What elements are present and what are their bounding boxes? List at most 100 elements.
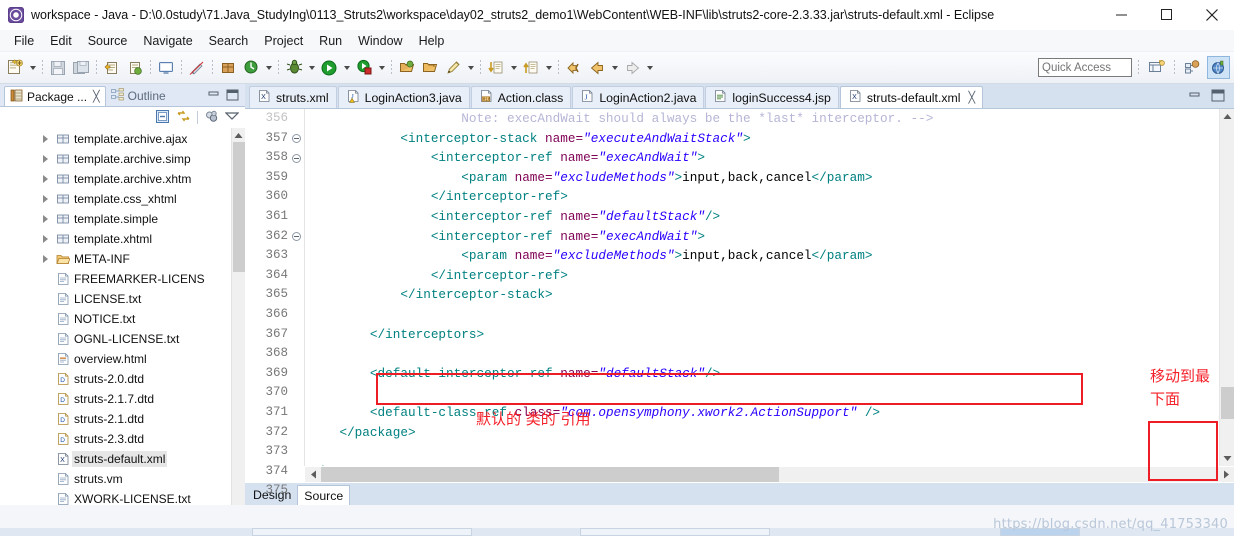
tree-item[interactable]: template.archive.simp	[0, 149, 245, 169]
tree-item[interactable]: overview.html	[0, 349, 245, 369]
code-text[interactable]: Note: execAndWait should always be the *…	[305, 109, 1219, 466]
package-explorer-tree[interactable]: template.archive.ajax template.archive.si…	[0, 128, 245, 505]
menu-search[interactable]: Search	[201, 32, 257, 50]
maximize-view-icon[interactable]	[226, 89, 239, 104]
tree-item[interactable]: template.xhtml	[0, 229, 245, 249]
java-perspective-icon[interactable]	[1207, 56, 1230, 79]
tree-item[interactable]: LICENSE.txt	[0, 289, 245, 309]
source-editor[interactable]: 356 357 358 359 360 361 362 363 364 365 366 367 368 3…	[245, 108, 1234, 497]
save-icon[interactable]	[47, 56, 69, 80]
fold-collapse-icon[interactable]	[292, 153, 301, 163]
expand-arrow-icon[interactable]	[36, 195, 54, 203]
run-coverage-icon[interactable]	[353, 56, 375, 80]
menu-navigate[interactable]: Navigate	[135, 32, 200, 50]
expand-arrow-icon[interactable]	[36, 155, 54, 163]
fold-collapse-icon[interactable]	[292, 232, 301, 242]
run-dropdown-icon[interactable]	[341, 56, 352, 80]
back-icon[interactable]	[563, 56, 585, 80]
maximize-editor-icon[interactable]	[1211, 89, 1225, 105]
expand-arrow-icon[interactable]	[36, 175, 54, 183]
menu-edit[interactable]: Edit	[42, 32, 80, 50]
maximize-button[interactable]	[1144, 0, 1189, 30]
menu-source[interactable]: Source	[80, 32, 136, 50]
previous-annotation-dropdown-icon[interactable]	[543, 56, 554, 80]
previous-annotation-icon[interactable]	[520, 56, 542, 80]
scrollbar-thumb[interactable]	[1221, 387, 1234, 419]
tree-vertical-scrollbar[interactable]	[231, 128, 245, 505]
tree-item[interactable]: template.css_xhtml	[0, 189, 245, 209]
forward-dropdown-icon[interactable]	[644, 56, 655, 80]
close-icon[interactable]: ╳	[93, 90, 100, 103]
back-history-icon[interactable]	[586, 56, 608, 80]
scroll-up-arrow-icon[interactable]	[232, 128, 245, 142]
export-jar-icon[interactable]	[101, 56, 123, 80]
new-wizard-icon[interactable]	[4, 56, 26, 80]
tree-item[interactable]: Dstruts-2.0.dtd	[0, 369, 245, 389]
next-annotation-dropdown-icon[interactable]	[508, 56, 519, 80]
quick-access-input[interactable]	[1038, 58, 1132, 77]
editor-tab[interactable]: J LoginAction2.java	[572, 86, 705, 108]
search-dropdown-icon[interactable]	[465, 56, 476, 80]
open-type-icon[interactable]	[396, 56, 418, 80]
expand-arrow-icon[interactable]	[36, 135, 54, 143]
search-icon[interactable]	[442, 56, 464, 80]
editor-horizontal-scrollbar[interactable]	[245, 466, 1234, 483]
minimize-view-icon[interactable]	[208, 90, 221, 104]
forward-icon[interactable]	[621, 56, 643, 80]
tree-item[interactable]: Dstruts-2.3.dtd	[0, 429, 245, 449]
build-icon[interactable]	[124, 56, 146, 80]
open-task-icon[interactable]	[419, 56, 441, 80]
scroll-right-arrow-icon[interactable]	[1218, 467, 1234, 482]
tree-item[interactable]: struts.vm	[0, 469, 245, 489]
console-icon[interactable]	[155, 56, 177, 80]
back-dropdown-icon[interactable]	[609, 56, 620, 80]
java-ee-perspective-icon[interactable]	[1181, 56, 1204, 79]
scroll-down-arrow-icon[interactable]	[1220, 451, 1234, 466]
expand-arrow-icon[interactable]	[36, 255, 54, 263]
editor-tab[interactable]: J LoginAction3.java	[337, 86, 470, 108]
open-perspective-icon[interactable]	[1145, 56, 1168, 79]
tree-item[interactable]: NOTICE.txt	[0, 309, 245, 329]
refresh-dropdown-icon[interactable]	[263, 56, 274, 80]
tree-item[interactable]: FREEMARKER-LICENS	[0, 269, 245, 289]
expand-arrow-icon[interactable]	[36, 215, 54, 223]
collapse-all-icon[interactable]	[155, 109, 170, 127]
tab-package-explorer[interactable]: Package ... ╳	[4, 86, 106, 106]
scroll-up-arrow-icon[interactable]	[1220, 109, 1234, 124]
tree-item[interactable]: XWORK-LICENSE.txt	[0, 489, 245, 505]
minimize-editor-icon[interactable]	[1189, 90, 1202, 104]
scrollbar-thumb[interactable]	[233, 142, 245, 272]
tree-item[interactable]: OGNL-LICENSE.txt	[0, 329, 245, 349]
tree-item[interactable]: Dstruts-2.1.dtd	[0, 409, 245, 429]
next-annotation-icon[interactable]	[485, 56, 507, 80]
editor-vertical-scrollbar[interactable]	[1219, 109, 1234, 466]
menu-help[interactable]: Help	[411, 32, 453, 50]
tree-item[interactable]: Xstruts-default.xml	[0, 449, 245, 469]
new-java-package-icon[interactable]	[217, 56, 239, 80]
debug-icon[interactable]	[283, 56, 305, 80]
menu-project[interactable]: Project	[256, 32, 311, 50]
menu-file[interactable]: File	[6, 32, 42, 50]
refresh-icon[interactable]	[240, 56, 262, 80]
editor-tab[interactable]: Xstruts.xml	[249, 86, 337, 108]
tree-item[interactable]: template.archive.xhtm	[0, 169, 245, 189]
save-all-icon[interactable]	[70, 56, 92, 80]
menu-run[interactable]: Run	[311, 32, 350, 50]
tree-item[interactable]: META-INF	[0, 249, 245, 269]
tab-outline[interactable]: Outline	[106, 86, 171, 106]
editor-tab[interactable]: loginSuccess4.jsp	[705, 86, 839, 108]
editor-tab[interactable]: Xstruts-default.xml ╳	[839, 86, 984, 108]
editor-tab[interactable]: 010 Action.class	[470, 86, 572, 108]
run-coverage-dropdown-icon[interactable]	[376, 56, 387, 80]
expand-arrow-icon[interactable]	[36, 235, 54, 243]
link-with-editor-icon[interactable]	[176, 109, 191, 127]
tree-item[interactable]: template.archive.ajax	[0, 129, 245, 149]
debug-dropdown-icon[interactable]	[306, 56, 317, 80]
scrollbar-thumb[interactable]	[321, 467, 779, 482]
run-icon[interactable]	[318, 56, 340, 80]
minimize-button[interactable]	[1099, 0, 1144, 30]
close-button[interactable]	[1189, 0, 1234, 30]
menu-window[interactable]: Window	[350, 32, 410, 50]
tree-item[interactable]: Dstruts-2.1.7.dtd	[0, 389, 245, 409]
tree-item[interactable]: template.simple	[0, 209, 245, 229]
